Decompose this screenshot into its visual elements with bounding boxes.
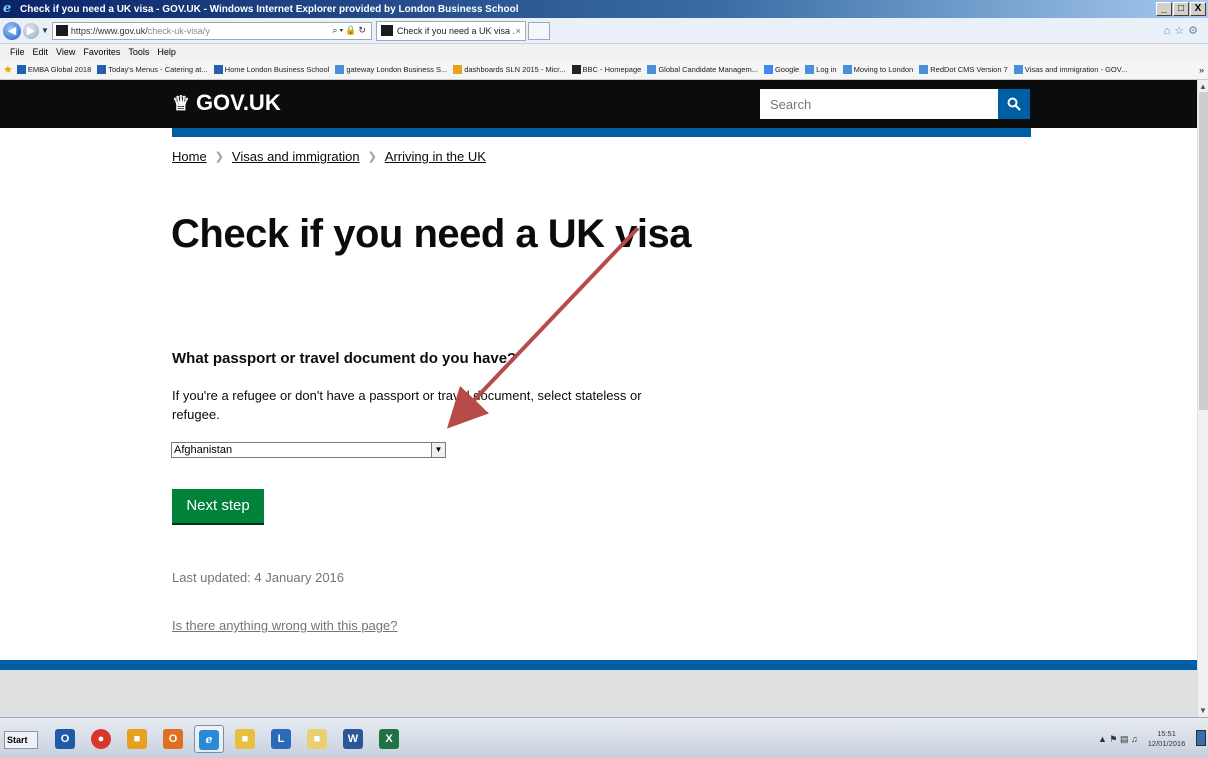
app2-taskbar-icon[interactable]: ■ <box>302 725 332 753</box>
favorite-link[interactable]: Moving to London <box>842 65 913 74</box>
show-desktop-button[interactable] <box>1196 730 1206 746</box>
favorite-icon <box>1013 65 1023 74</box>
menu-view[interactable]: View <box>56 47 75 57</box>
favorite-link[interactable]: EMBA Global 2018 <box>16 65 91 74</box>
favorite-icon <box>919 65 929 74</box>
favorite-icon <box>842 65 852 74</box>
navigation-bar: ◀ ▶ ▼ https://www.gov.uk/check-uk-visa/y… <box>0 18 1208 44</box>
govuk-favicon-icon <box>55 25 68 36</box>
menu-bar: File Edit View Favorites Tools Help <box>0 44 1208 60</box>
clock[interactable]: 15:51 12/01/2016 <box>1148 729 1186 749</box>
address-bar[interactable]: https://www.gov.uk/check-uk-visa/y ⌕▾🔒↻ <box>51 21 372 40</box>
explorer-taskbar-icon[interactable]: ■ <box>230 725 260 753</box>
browser-tab[interactable]: Check if you need a UK visa ... × <box>375 20 526 41</box>
ie-logo-icon: e <box>3 1 12 16</box>
scroll-up-icon[interactable]: ▲ <box>1199 82 1207 91</box>
address-tools-icons[interactable]: ⌕▾🔒↻ <box>332 25 368 36</box>
minimize-button[interactable]: _ <box>1156 2 1172 16</box>
address-url[interactable]: https://www.gov.uk/check-uk-visa/y <box>71 26 332 36</box>
menu-favorites[interactable]: Favorites <box>83 47 120 57</box>
page-viewport: ♕ GOV.UK Home ❯ Visas and immigration ❯ … <box>0 80 1197 717</box>
vertical-scrollbar[interactable]: ▲ ▼ <box>1197 80 1208 717</box>
favorite-icon <box>213 65 223 74</box>
maximize-button[interactable]: □ <box>1173 2 1189 16</box>
favorite-link[interactable]: RedDot CMS Version 7 <box>919 65 1008 74</box>
tab-label: Check if you need a UK visa ... <box>396 25 516 36</box>
favorite-icon <box>805 65 815 74</box>
favorite-icon <box>335 65 345 74</box>
favorite-link[interactable]: BBC - Homepage <box>571 65 641 74</box>
favorite-link[interactable]: gateway London Business S... <box>335 65 447 74</box>
word-taskbar-icon[interactable]: W <box>338 725 368 753</box>
tray-icons[interactable]: ▲ ⚑ ▤ ♫ <box>1098 734 1138 745</box>
outlook-taskbar-icon[interactable]: O <box>50 725 80 753</box>
app-taskbar-icon[interactable]: ■ <box>122 725 152 753</box>
close-window-button[interactable]: X <box>1190 2 1206 16</box>
favorite-icon <box>763 65 773 74</box>
start-button[interactable]: Start <box>4 731 38 749</box>
chrome-taskbar-icon[interactable]: ● <box>86 725 116 753</box>
favorite-link[interactable]: dashboards SLN 2015 - Micr... <box>453 65 566 74</box>
home-favorites-settings-icons[interactable]: ⌂☆⚙ <box>1164 24 1202 37</box>
excel-taskbar-icon[interactable]: X <box>374 725 404 753</box>
favorites-star-icon[interactable]: ★ <box>3 63 13 76</box>
menu-help[interactable]: Help <box>157 47 176 57</box>
lync-taskbar-icon[interactable]: L <box>266 725 296 753</box>
menu-edit[interactable]: Edit <box>33 47 49 57</box>
taskbar: Start O ● ■ O e ■ L ■ W X ▲ ⚑ ▤ ♫ 15:51 … <box>0 717 1208 758</box>
favorite-icon <box>97 65 107 74</box>
favorite-link[interactable]: Log in <box>805 65 837 74</box>
back-button[interactable]: ◀ <box>3 21 21 40</box>
new-tab-button[interactable] <box>527 21 550 40</box>
tab-favicon-icon <box>380 25 393 36</box>
favorite-link[interactable]: Visas and immigration - GOV... <box>1013 65 1127 74</box>
favorites-overflow-icon[interactable]: » <box>1199 65 1204 75</box>
ie-taskbar-icon[interactable]: e <box>194 725 224 753</box>
menu-file[interactable]: File <box>10 47 25 57</box>
clock-date: 12/01/2016 <box>1147 739 1186 748</box>
favorite-link[interactable]: Home London Business School <box>213 65 329 74</box>
favorite-icon <box>453 65 463 74</box>
menu-tools[interactable]: Tools <box>128 47 149 57</box>
favorite-icon <box>647 65 657 74</box>
tab-close-icon[interactable]: × <box>516 26 521 36</box>
window-controls: _ □ X <box>1156 2 1206 16</box>
annotation-arrow <box>446 226 640 429</box>
history-dropdown-icon[interactable]: ▼ <box>41 26 49 35</box>
scroll-thumb[interactable] <box>1199 92 1208 410</box>
clock-time: 15:51 <box>1157 729 1176 738</box>
favorite-link[interactable]: Global Candidate Managem... <box>647 65 758 74</box>
forward-button[interactable]: ▶ <box>23 22 39 39</box>
favorite-icon <box>16 65 26 74</box>
onenote-taskbar-icon[interactable]: O <box>158 725 188 753</box>
window-title: Check if you need a UK visa - GOV.UK - W… <box>20 3 519 15</box>
scroll-down-icon[interactable]: ▼ <box>1199 706 1207 715</box>
window-titlebar: e Check if you need a UK visa - GOV.UK -… <box>0 0 1208 18</box>
annotation-arrow-line <box>446 226 640 429</box>
favorite-link[interactable]: Google <box>763 65 799 74</box>
system-tray: ▲ ⚑ ▤ ♫ 15:51 12/01/2016 <box>1098 727 1185 751</box>
favorite-link[interactable]: Today's Menus - Catering at... <box>97 65 208 74</box>
favorite-icon <box>571 65 581 74</box>
favorites-bar: ★ EMBA Global 2018 Today's Menus - Cater… <box>0 60 1208 80</box>
